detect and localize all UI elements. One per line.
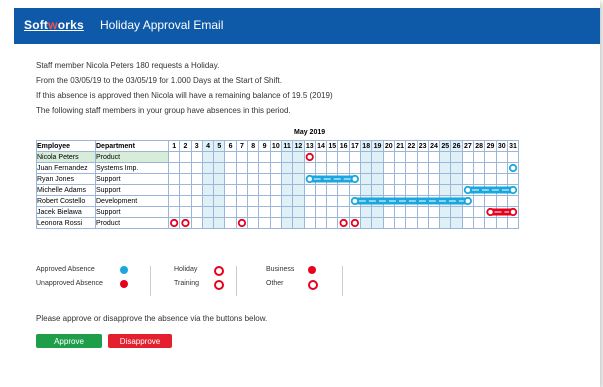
- instruction-text: Please approve or disapprove the absence…: [36, 314, 268, 323]
- legend-approved: Approved Absence: [36, 266, 128, 274]
- message-line-group: The following staff members in your grou…: [36, 106, 291, 115]
- training-ring-icon: [214, 280, 224, 290]
- absence-marker: [508, 163, 518, 173]
- holiday-ring-icon: [214, 266, 224, 276]
- absence-marker: [508, 185, 518, 195]
- message-body: Staff member Nicola Peters 180 requests …: [36, 58, 596, 118]
- absence-marker: [305, 152, 314, 162]
- legend-business: Business: [266, 266, 316, 274]
- absence-calendar: Employee Department 1 2 3 4 5 6 7 8 9 10 11 12 13 14 1…: [36, 140, 520, 229]
- disapprove-button[interactable]: Disapprove: [108, 334, 172, 348]
- absence-marker: [305, 174, 314, 184]
- approve-button[interactable]: Approve: [36, 334, 102, 348]
- legend-training: Training: [174, 280, 224, 290]
- absence-marker: [463, 185, 472, 195]
- message-line-balance: If this absence is approved then Nicola …: [36, 91, 333, 100]
- absence-marker: [170, 218, 179, 228]
- other-ring-icon: [308, 280, 318, 290]
- legend-other: Other: [266, 280, 318, 290]
- absence-markers: [170, 152, 518, 228]
- absence-marker: [339, 218, 348, 228]
- message-line-dates: From the 03/05/19 to the 03/05/19 for 1.…: [36, 76, 282, 85]
- absence-marker: [463, 196, 472, 206]
- absence-marker: [350, 196, 359, 206]
- unapproved-dot-icon: [120, 280, 128, 288]
- page-title: Holiday Approval Email: [100, 18, 224, 32]
- business-dot-icon: [308, 266, 316, 274]
- message-line-request: Staff member Nicola Peters 180 requests …: [36, 61, 220, 70]
- legend-divider: [342, 266, 343, 296]
- email-card: Softworks Holiday Approval Email Staff m…: [0, 0, 600, 387]
- header-bar: Softworks Holiday Approval Email: [14, 8, 600, 44]
- legend-divider: [150, 266, 151, 296]
- legend: Approved Absence Unapproved Absence Holi…: [36, 266, 366, 300]
- absence-marker: [350, 218, 359, 228]
- absence-marker: [508, 207, 518, 217]
- approved-dot-icon: [120, 266, 128, 274]
- legend-divider: [236, 266, 237, 296]
- legend-unapproved: Unapproved Absence: [36, 280, 128, 288]
- month-label: May 2019: [294, 129, 326, 136]
- legend-holiday: Holiday: [174, 266, 224, 276]
- absence-marker: [486, 207, 495, 217]
- absence-marker: [181, 218, 190, 228]
- absence-marker: [350, 174, 359, 184]
- softworks-logo: Softworks: [24, 18, 84, 32]
- absence-marker: [237, 218, 247, 228]
